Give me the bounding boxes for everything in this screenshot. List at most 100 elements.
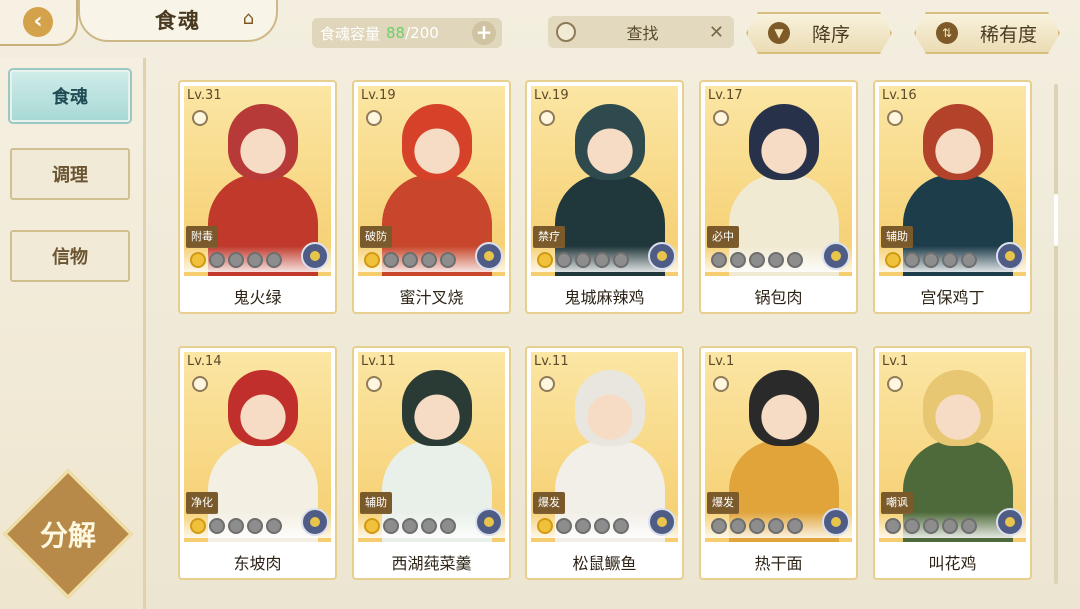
star-icon (228, 252, 244, 268)
star-icon (421, 518, 437, 534)
soul-card[interactable]: Lv.17 必中 锅包肉 (699, 80, 858, 314)
card-name: 鬼火绿 (233, 288, 282, 307)
star-icon (440, 252, 456, 268)
element-badge-icon (822, 508, 850, 536)
sort-order-label: 降序 (812, 23, 851, 46)
soul-card[interactable]: Lv.1 爆发 热干面 (699, 346, 858, 580)
soul-card[interactable]: Lv.19 禁疗 鬼城麻辣鸡 (525, 80, 684, 314)
lock-icon[interactable] (192, 376, 208, 392)
star-icon (209, 252, 225, 268)
card-name: 西湖莼菜羹 (391, 554, 472, 573)
element-badge-icon (996, 508, 1024, 536)
search-label: 查找 (626, 24, 659, 43)
star-icon (749, 252, 765, 268)
lock-icon[interactable] (539, 376, 555, 392)
skill-tag: 禁疗 (533, 226, 565, 248)
star-icon (749, 518, 765, 534)
lock-icon[interactable] (713, 110, 729, 126)
sort-key-button[interactable]: ⇅ 稀有度 (914, 12, 1060, 54)
soul-card[interactable]: Lv.11 爆发 松鼠鳜鱼 (525, 346, 684, 580)
decompose-label[interactable]: 分解 (22, 488, 114, 580)
sidebar-item-souls[interactable]: 食魂 (10, 70, 130, 122)
sidebar-item-tokens[interactable]: 信物 (10, 230, 130, 282)
character-head (575, 104, 645, 180)
skill-tag: 净化 (186, 492, 218, 514)
search-icon (556, 22, 576, 42)
sidebar-item-label: 信物 (52, 247, 88, 268)
star-icon (923, 518, 939, 534)
star-icon (711, 252, 727, 268)
star-rating (537, 252, 629, 268)
sidebar-item-cooking[interactable]: 调理 (10, 148, 130, 200)
card-level: Lv.11 (534, 354, 569, 369)
add-capacity-button[interactable]: + (472, 21, 496, 45)
sort-order-button[interactable]: ▼ 降序 (746, 12, 892, 54)
close-icon[interactable]: ✕ (709, 22, 724, 43)
star-icon (730, 252, 746, 268)
chevron-left-icon: ‹ (23, 7, 53, 37)
card-level: Lv.11 (361, 354, 396, 369)
star-icon (942, 518, 958, 534)
star-icon (266, 518, 282, 534)
skill-tag: 嘲讽 (881, 492, 913, 514)
lock-icon[interactable] (192, 110, 208, 126)
star-icon (556, 252, 572, 268)
star-icon (537, 518, 553, 534)
lock-icon[interactable] (887, 110, 903, 126)
star-icon (594, 518, 610, 534)
star-icon (711, 518, 727, 534)
character-head (228, 104, 298, 180)
star-rating (364, 252, 456, 268)
capacity-label: 食魂容量 (320, 24, 381, 43)
star-icon (440, 518, 456, 534)
star-icon (594, 252, 610, 268)
star-rating (364, 518, 456, 534)
star-rating (711, 252, 803, 268)
star-icon (885, 252, 901, 268)
scrollbar-thumb[interactable] (1054, 194, 1058, 246)
character-head (575, 370, 645, 446)
character-head (402, 370, 472, 446)
search-bar[interactable]: 查找 ✕ (548, 16, 734, 48)
star-icon (190, 252, 206, 268)
page-title: 食魂 (155, 9, 201, 33)
star-icon (885, 518, 901, 534)
soul-card[interactable]: Lv.16 辅助 宫保鸡丁 (873, 80, 1032, 314)
star-icon (768, 252, 784, 268)
star-icon (537, 252, 553, 268)
soul-card-grid: Lv.31 附毒 鬼火绿 Lv.19 破防 蜜汁叉烧 Lv.19 禁疗 鬼城麻辣鸡 Lv.17 必中… (178, 80, 1032, 580)
card-level: Lv.31 (187, 88, 222, 103)
star-icon (228, 518, 244, 534)
character-head (923, 370, 993, 446)
element-badge-icon (475, 508, 503, 536)
scrollbar-track[interactable] (1054, 84, 1058, 584)
soul-card[interactable]: Lv.19 破防 蜜汁叉烧 (352, 80, 511, 314)
star-icon (942, 252, 958, 268)
lock-icon[interactable] (366, 110, 382, 126)
sort-key-label: 稀有度 (980, 23, 1038, 46)
star-icon (904, 518, 920, 534)
element-badge-icon (996, 242, 1024, 270)
star-icon (402, 518, 418, 534)
soul-card[interactable]: Lv.14 净化 东坡肉 (178, 346, 337, 580)
soul-card[interactable]: Lv.11 辅助 西湖莼菜羹 (352, 346, 511, 580)
game-screen: ‹ 食魂 ⌂ 食魂容量 88 /200 + 查找 ✕ ▼ 降序 ⇅ 稀有度 食魂 (0, 0, 1080, 609)
star-icon (383, 252, 399, 268)
lock-icon[interactable] (887, 376, 903, 392)
skill-tag: 附毒 (186, 226, 218, 248)
soul-card[interactable]: Lv.1 嘲讽 叫花鸡 (873, 346, 1032, 580)
lock-icon[interactable] (539, 110, 555, 126)
lock-icon[interactable] (366, 376, 382, 392)
character-head (749, 104, 819, 180)
star-icon (556, 518, 572, 534)
star-icon (247, 252, 263, 268)
back-button[interactable]: ‹ (0, 0, 78, 46)
element-badge-icon (475, 242, 503, 270)
card-level: Lv.17 (708, 88, 743, 103)
pavilion-icon: ⌂ (242, 8, 254, 29)
lock-icon[interactable] (713, 376, 729, 392)
soul-card[interactable]: Lv.31 附毒鬼火绿 (178, 80, 337, 314)
card-name: 鬼城麻辣鸡 (564, 288, 645, 307)
star-icon (383, 518, 399, 534)
star-icon (266, 252, 282, 268)
